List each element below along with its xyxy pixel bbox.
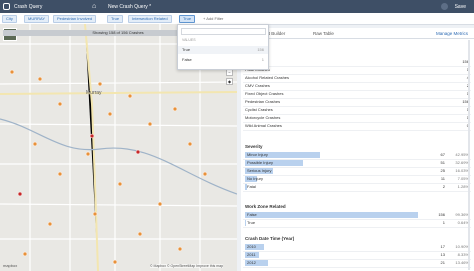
value-bar bbox=[245, 220, 247, 226]
panel-scrollbar[interactable] bbox=[468, 40, 470, 270]
severity-row[interactable]: Fatal 2 1.28% bbox=[243, 183, 471, 192]
filter-chip-value[interactable]: MURRAY bbox=[24, 15, 50, 23]
dropdown-option[interactable]: False 1 bbox=[178, 56, 268, 64]
save-button[interactable]: Save bbox=[455, 4, 466, 10]
row-label: Minor Injury bbox=[247, 152, 268, 157]
row-count: 51 bbox=[440, 160, 445, 165]
panel-tabs: Chart Builder Raw Table Manage Metrics bbox=[241, 28, 474, 39]
work-zone-section-title: Work Zone Related bbox=[245, 204, 286, 209]
row-percent: 10.90% bbox=[455, 244, 469, 249]
row-count: 156 bbox=[438, 212, 445, 217]
severity-section-title: Severity bbox=[245, 144, 263, 149]
top-bar: Crash Query ⌂ New Crash Query * Save bbox=[0, 0, 474, 13]
row-count: 1 bbox=[442, 220, 445, 225]
filter-chip-value[interactable]: True bbox=[107, 15, 124, 23]
metrics-panel: Crashes156 Fatal Crashes1 Alcohol Relate… bbox=[241, 39, 474, 271]
app-name: Crash Query bbox=[14, 4, 43, 10]
row-label: 2011 bbox=[247, 252, 256, 257]
value-bar bbox=[245, 212, 419, 218]
row-percent: 16.03% bbox=[455, 168, 469, 173]
filter-chip-field[interactable]: City bbox=[2, 15, 17, 23]
map-city-label: Murray bbox=[86, 90, 102, 96]
row-label: 2010 bbox=[247, 244, 256, 249]
crash-year-section-title: Crash Date Time (Year) bbox=[245, 236, 295, 241]
mapbox-logo: mapbox bbox=[3, 263, 18, 268]
row-label: Serious Injury bbox=[247, 168, 272, 173]
avatar[interactable] bbox=[441, 3, 448, 10]
row-count: 67 bbox=[440, 152, 445, 157]
row-count: 11 bbox=[440, 176, 445, 181]
dropdown-header: VALUES bbox=[182, 38, 196, 42]
row-count: 25 bbox=[440, 168, 445, 173]
map-attribution[interactable]: © Mapbox © OpenStreetMap Improve this ma… bbox=[150, 264, 224, 268]
dropdown-search-input[interactable] bbox=[181, 28, 266, 35]
row-label: Possible Injury bbox=[247, 160, 274, 165]
row-percent: 99.36% bbox=[455, 212, 469, 217]
zoom-out-button[interactable]: − bbox=[226, 69, 233, 76]
row-count: 2 bbox=[442, 184, 445, 189]
row-count: 17 bbox=[440, 244, 445, 249]
metric-row: Wild Animal Crashes0 bbox=[243, 122, 471, 131]
row-label: False bbox=[247, 212, 257, 217]
add-filter-button[interactable]: + Add Filter bbox=[203, 16, 223, 21]
row-label: Fatal bbox=[247, 184, 256, 189]
row-label: 2012 bbox=[247, 260, 256, 265]
filter-chip-field[interactable]: Pedestrian Involved bbox=[53, 15, 97, 23]
dropdown-option[interactable]: True 156 bbox=[178, 46, 268, 54]
crash-year-row[interactable]: 2012 21 13.46% bbox=[243, 259, 471, 268]
row-label: True bbox=[247, 220, 256, 225]
tab-raw-table[interactable]: Raw Table bbox=[313, 31, 334, 36]
manage-metrics-button[interactable]: Manage Metrics bbox=[436, 31, 468, 36]
home-icon[interactable]: ⌂ bbox=[92, 3, 96, 10]
filter-value-dropdown: VALUES True 156 False 1 bbox=[177, 24, 269, 70]
row-percent: 32.69% bbox=[455, 160, 469, 165]
query-title[interactable]: New Crash Query * bbox=[108, 4, 151, 10]
row-percent: 42.95% bbox=[455, 152, 469, 157]
row-count: 21 bbox=[440, 260, 445, 265]
app-logo-icon[interactable] bbox=[3, 3, 10, 10]
work-zone-row[interactable]: True 1 0.64% bbox=[243, 219, 471, 228]
row-label: No Injury bbox=[247, 176, 264, 181]
row-percent: 13.46% bbox=[455, 260, 469, 265]
filter-chip-field[interactable]: Intersection Related bbox=[128, 15, 172, 23]
compass-icon[interactable]: ◆ bbox=[226, 78, 233, 85]
row-count: 13 bbox=[440, 252, 445, 257]
filter-chip-value-active[interactable]: True bbox=[179, 15, 196, 23]
